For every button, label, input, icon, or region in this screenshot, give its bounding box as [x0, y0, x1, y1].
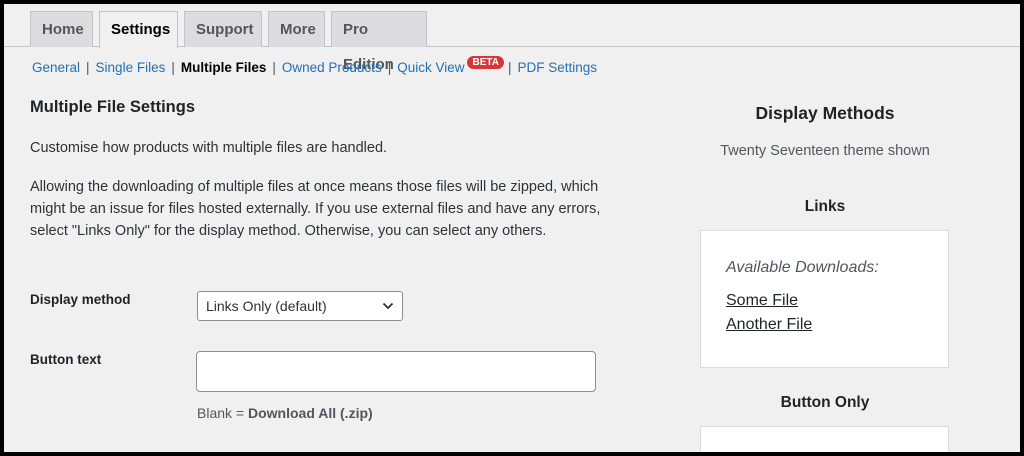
subnav-separator: | [272, 60, 276, 75]
display-method-value: Links Only (default) [206, 298, 327, 314]
subnav-separator: | [387, 60, 392, 75]
subnav-separator: | [171, 60, 175, 75]
preview-link-some-file[interactable]: Some File [726, 292, 798, 310]
tab-settings[interactable]: Settings [99, 11, 178, 48]
section-description: Allowing the downloading of multiple fil… [30, 179, 601, 239]
button-text-input[interactable] [196, 351, 596, 392]
settings-subnav: General | Single Files | Multiple Files | Owne… [32, 56, 597, 76]
button-only-preview-title: Button Only [780, 394, 870, 411]
theme-note: Twenty Seventeen theme shown [720, 143, 930, 159]
page: Home Settings Support More Pro Edition G… [4, 4, 1020, 452]
subnav-pdf-settings[interactable]: PDF Settings [517, 60, 597, 75]
subnav-quick-view[interactable]: Quick View [397, 60, 464, 75]
subnav-separator: | [86, 60, 90, 75]
subnav-multiple-files[interactable]: Multiple Files [181, 60, 267, 75]
subnav-owned-products[interactable]: Owned Products [282, 60, 382, 75]
button-text-label: Button text [30, 352, 102, 367]
button-only-preview-box [700, 426, 949, 452]
tab-support[interactable]: Support [184, 11, 262, 47]
available-downloads-caption: Available Downloads: [726, 259, 879, 276]
tab-more[interactable]: More [268, 11, 325, 47]
preview-link-another-file[interactable]: Another File [726, 316, 812, 334]
beta-badge: BETA [467, 56, 504, 69]
display-method-label: Display method [30, 292, 131, 307]
section-heading: Multiple File Settings [30, 98, 196, 116]
chevron-down-icon [382, 292, 394, 329]
links-preview-box: Available Downloads: Some File Another F… [700, 230, 949, 368]
subnav-separator: | [507, 60, 512, 75]
links-preview-title: Links [804, 198, 846, 215]
tab-pro-edition[interactable]: Pro Edition [331, 11, 427, 73]
section-intro: Customise how products with multiple fil… [30, 140, 388, 156]
button-text-hint: Blank = Download All (.zip) [197, 405, 373, 421]
tab-bar: Home Settings Support More Pro Edition [4, 4, 1020, 73]
display-methods-title: Display Methods [755, 103, 895, 123]
subnav-general[interactable]: General [32, 60, 80, 75]
button-text-default: Download All (.zip) [247, 405, 373, 421]
display-method-select[interactable]: Links Only (default) [197, 291, 403, 321]
tab-home[interactable]: Home [30, 11, 93, 47]
subnav-single-files[interactable]: Single Files [96, 60, 166, 75]
